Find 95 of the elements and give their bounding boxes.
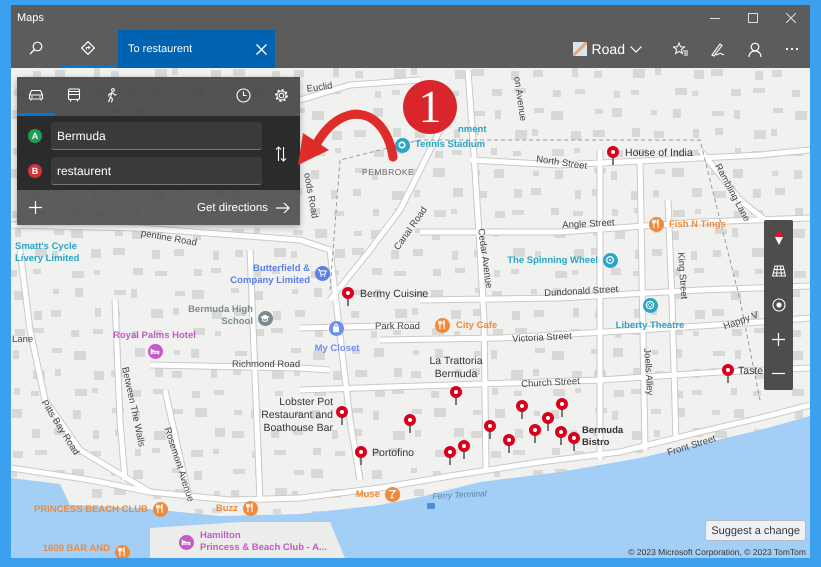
bus-icon xyxy=(67,88,81,102)
waypoint-marker: A xyxy=(28,129,42,143)
place-label[interactable]: Tennis Stadium xyxy=(415,139,486,151)
map-pin[interactable] xyxy=(342,287,354,306)
street-label: Lane xyxy=(12,334,34,346)
place-label[interactable]: Taste xyxy=(738,365,764,378)
place-label[interactable]: Buzz xyxy=(216,503,238,515)
street-label: Church Street xyxy=(521,376,580,391)
window-title: Maps xyxy=(16,12,45,24)
street-label: Richmond Road xyxy=(232,359,300,371)
add-stop-button[interactable] xyxy=(29,201,42,214)
ferry-icon xyxy=(427,503,435,509)
map-pin[interactable] xyxy=(556,398,568,417)
plus-icon xyxy=(772,332,785,346)
place-label[interactable]: La Trattoria Bermuda xyxy=(429,355,483,381)
location-input[interactable]: restaurent xyxy=(51,157,262,185)
place-label[interactable]: nment xyxy=(458,124,486,136)
district-label: PEMBROKE xyxy=(362,166,414,178)
close-icon xyxy=(786,12,796,22)
map-pin[interactable] xyxy=(355,446,367,465)
street-label: Victoria Street xyxy=(512,330,572,346)
map-pin[interactable] xyxy=(568,432,580,451)
map-pin[interactable] xyxy=(444,446,456,465)
place-label[interactable]: Lobster Pot Restaurant and Boathouse Bar xyxy=(261,396,333,435)
map-thumbnail-icon xyxy=(572,42,587,56)
street-label: Park Road xyxy=(375,321,420,333)
arrow-right-icon xyxy=(276,202,290,214)
street-label: King Street xyxy=(674,252,690,300)
street-label: pentine Road xyxy=(140,228,198,250)
location-input[interactable]: Bermuda xyxy=(51,122,262,150)
map-pin[interactable] xyxy=(503,434,515,453)
street-label: on Avenue xyxy=(510,76,528,122)
route-tab[interactable]: To restaurent xyxy=(118,30,275,68)
copyright-text: © 2023 Microsoft Corporation, © 2023 TomTom xyxy=(628,547,806,558)
street-label: Between The Walls xyxy=(118,366,147,448)
map-pin[interactable] xyxy=(404,414,416,433)
clock-icon xyxy=(236,88,250,102)
map-pin[interactable] xyxy=(722,364,734,383)
place-label[interactable]: Portofino xyxy=(372,447,414,460)
place-label[interactable]: Bermuda High School xyxy=(188,304,253,328)
map-pin[interactable] xyxy=(542,412,554,431)
place-label[interactable]: Smatt's Cycle Livery Limited xyxy=(15,241,80,265)
place-label[interactable]: Butterfield & Company Limited xyxy=(230,263,310,287)
car-icon xyxy=(28,89,44,101)
pen-icon xyxy=(710,42,725,56)
waypoint-marker: B xyxy=(28,164,42,178)
person-icon xyxy=(748,42,762,56)
street-label: Happy V xyxy=(722,310,760,334)
map-style-button[interactable]: Road xyxy=(564,30,650,68)
street-label: oods Road xyxy=(300,172,320,220)
place-label[interactable]: The Spinning Wheel xyxy=(507,255,598,267)
plus-icon xyxy=(29,201,42,214)
directions-icon xyxy=(81,40,95,54)
map-pin[interactable] xyxy=(555,426,567,445)
search-icon xyxy=(28,40,42,54)
place-label[interactable]: Royal Palms Hotel xyxy=(113,330,196,342)
place-label[interactable]: My Closet xyxy=(314,343,360,355)
place-label[interactable]: City Cafe xyxy=(456,320,498,332)
street-label: Dundonald Street xyxy=(544,284,618,300)
close-icon xyxy=(256,44,267,54)
suggest-change-button[interactable]: Suggest a change xyxy=(705,520,806,541)
street-label: Angle Street xyxy=(562,217,615,232)
target-icon xyxy=(772,298,786,312)
map-pin[interactable] xyxy=(607,146,619,165)
street-label: North Street xyxy=(535,154,588,173)
place-label[interactable]: Hamilton Princess & Beach Club - A... xyxy=(200,530,327,554)
walking-person-icon xyxy=(106,88,118,102)
map-pin[interactable] xyxy=(458,440,470,459)
chevron-down-icon xyxy=(630,46,642,52)
place-label[interactable]: Fish N Tings xyxy=(669,219,726,231)
more-icon xyxy=(784,47,798,51)
map-pin[interactable] xyxy=(450,386,462,405)
settings-icon xyxy=(274,88,288,102)
place-label[interactable]: Liberty Theatre xyxy=(616,320,684,332)
place-label[interactable]: House of India xyxy=(625,147,693,160)
tab-label: To restaurent xyxy=(128,43,192,55)
map-pin[interactable] xyxy=(529,424,541,443)
map-pin[interactable] xyxy=(484,420,496,439)
map-pin[interactable] xyxy=(336,406,348,425)
swap-arrows-icon xyxy=(275,146,287,162)
maximize-icon xyxy=(748,12,758,22)
map-pin[interactable] xyxy=(516,400,528,419)
grid-icon xyxy=(772,265,786,277)
street-label: Front Street xyxy=(666,433,718,460)
place-label[interactable]: Bermuda Bistro xyxy=(582,425,624,449)
star-list-icon xyxy=(673,42,688,56)
water-label: Ferry Terminal xyxy=(432,487,488,502)
street-label: Cedar Avenue xyxy=(474,228,494,290)
place-label[interactable]: Muse xyxy=(356,489,380,501)
close-tab-button[interactable] xyxy=(256,44,267,54)
street-label: Euclid xyxy=(306,80,334,96)
get-directions-button[interactable]: Get directions xyxy=(197,202,290,214)
place-label[interactable]: Bermy Cuisine xyxy=(360,288,428,301)
street-label: Joells Alley xyxy=(640,348,656,396)
compass-icon xyxy=(774,229,782,245)
